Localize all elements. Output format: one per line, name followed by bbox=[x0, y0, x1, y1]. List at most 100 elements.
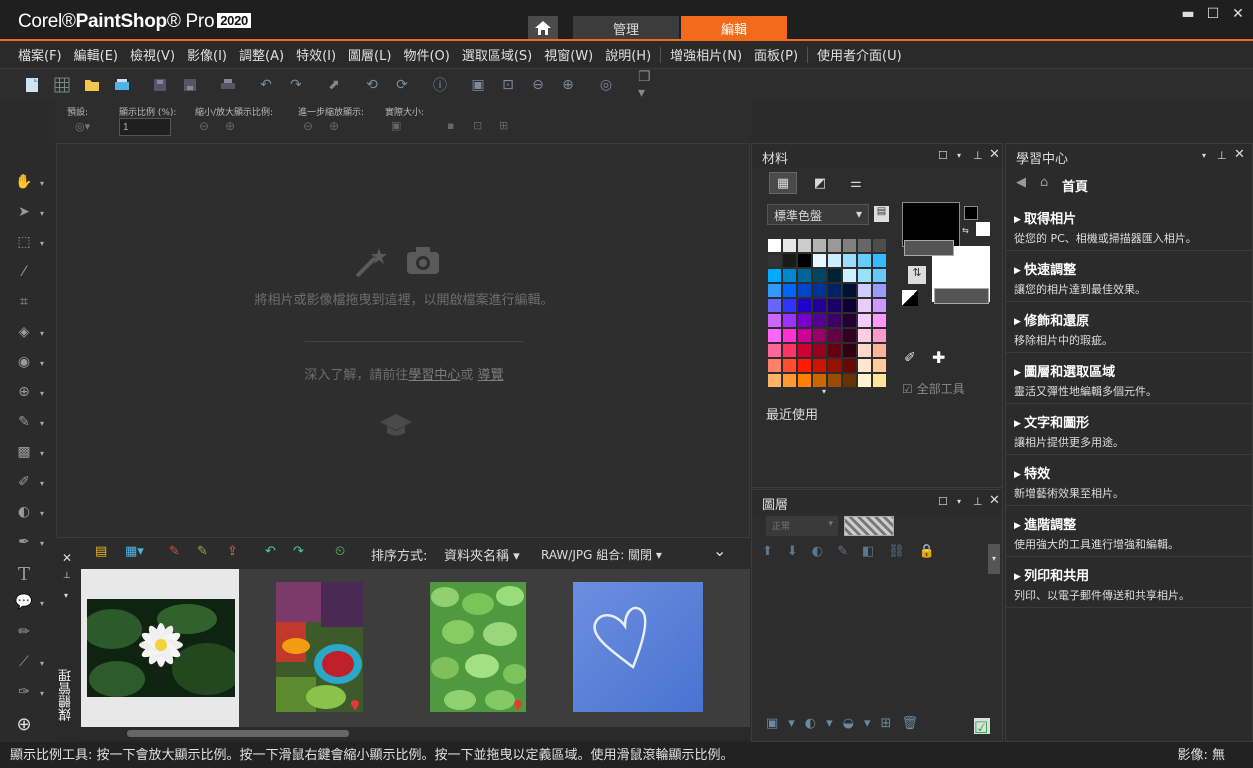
panel-close-icon[interactable]: ✕ bbox=[1234, 147, 1245, 162]
brush-icon[interactable]: ✎ ▾ bbox=[14, 414, 44, 434]
color-swatch[interactable] bbox=[857, 313, 872, 328]
color-swatch[interactable] bbox=[842, 358, 857, 373]
pan-tool-icon[interactable]: ✋ ▾ bbox=[14, 174, 44, 194]
color-swatch[interactable] bbox=[857, 343, 872, 358]
minimize-button[interactable]: ▬ bbox=[1178, 6, 1198, 24]
swatches-more-icon[interactable]: ▾ bbox=[822, 387, 826, 396]
lc-text-graphics[interactable]: 文字和圖形讓相片提供更多用途。 bbox=[1006, 408, 1252, 455]
color-swatch[interactable] bbox=[842, 313, 857, 328]
color-swatch[interactable] bbox=[767, 373, 782, 388]
save-icon[interactable] bbox=[150, 75, 170, 95]
bg-style-buttons[interactable] bbox=[934, 288, 989, 304]
zoom-out-small-icon[interactable]: ⊖ bbox=[199, 119, 209, 133]
swap-colors-icon[interactable]: ⇅ bbox=[908, 266, 926, 284]
color-swatch[interactable] bbox=[827, 358, 842, 373]
fill-icon[interactable]: ▩ ▾ bbox=[14, 444, 44, 464]
scan-icon[interactable] bbox=[112, 75, 132, 95]
color-swatch[interactable] bbox=[797, 388, 812, 390]
dropper-small-icon[interactable]: ✐ bbox=[904, 350, 916, 366]
color-swatch[interactable] bbox=[872, 313, 887, 328]
scrollbar-thumb[interactable] bbox=[127, 730, 349, 737]
color-swatch[interactable] bbox=[842, 388, 857, 390]
color-swatch[interactable] bbox=[842, 253, 857, 268]
zoom-in-small-icon[interactable]: ⊕ bbox=[225, 119, 235, 133]
color-swatch[interactable] bbox=[812, 328, 827, 343]
color-swatch[interactable] bbox=[812, 343, 827, 358]
color-swatch[interactable] bbox=[857, 373, 872, 388]
color-swatch[interactable] bbox=[767, 283, 782, 298]
color-swatch[interactable] bbox=[872, 253, 887, 268]
menu-enhance-photo[interactable]: 增強相片(N) bbox=[664, 45, 748, 64]
lc-layers-selections[interactable]: 圖層和選取區域靈活又彈性地編輯多個元件。 bbox=[1006, 357, 1252, 404]
color-swatch[interactable] bbox=[827, 388, 842, 390]
color-swatch[interactable] bbox=[872, 268, 887, 283]
color-swatch[interactable] bbox=[872, 283, 887, 298]
time-capture-icon[interactable]: ⏲ bbox=[335, 544, 345, 559]
color-swatch[interactable] bbox=[842, 238, 857, 253]
frame-tab-sliders[interactable]: ⚌ bbox=[842, 172, 870, 194]
color-swatch[interactable] bbox=[782, 358, 797, 373]
actual-size-small-icon[interactable]: ▣ bbox=[391, 119, 401, 132]
rotate-right-icon[interactable]: ↷ bbox=[293, 544, 304, 559]
layer-options-arrow[interactable]: ▾ bbox=[988, 544, 1000, 574]
color-swatch[interactable] bbox=[782, 253, 797, 268]
red-eye-icon[interactable]: ◉ ▾ bbox=[14, 354, 44, 374]
panel-pin-icon[interactable]: ⊥ bbox=[973, 149, 983, 162]
color-swatch[interactable] bbox=[767, 253, 782, 268]
tab-edit[interactable]: 編輯 bbox=[681, 16, 787, 40]
option-icon-1[interactable]: ▪ bbox=[447, 119, 454, 132]
info-icon[interactable]: ⓘ bbox=[430, 75, 450, 95]
smudge-icon[interactable]: ✑ ▾ bbox=[14, 684, 44, 704]
menu-image[interactable]: 影像(I) bbox=[181, 45, 233, 64]
tool-icon-2[interactable]: ✎ bbox=[197, 544, 208, 559]
view-mode-icon[interactable]: ▦▾ bbox=[125, 544, 144, 559]
thumbnail-scrollbar[interactable] bbox=[81, 727, 750, 740]
panel-menu-icon[interactable]: ▾ bbox=[957, 497, 961, 506]
color-swatch[interactable] bbox=[812, 238, 827, 253]
color-swatch[interactable] bbox=[842, 268, 857, 283]
back-arrow-icon[interactable]: ◀ bbox=[1016, 175, 1026, 190]
actual-size-icon[interactable]: ◎ bbox=[596, 75, 616, 95]
color-swatch[interactable] bbox=[767, 238, 782, 253]
color-swatch[interactable] bbox=[782, 283, 797, 298]
frame-tab-swatches[interactable]: ▦ bbox=[769, 172, 797, 194]
color-swatch[interactable] bbox=[782, 373, 797, 388]
color-swatch[interactable] bbox=[827, 313, 842, 328]
color-swatch[interactable] bbox=[827, 283, 842, 298]
panel-restore-icon[interactable]: ☐ bbox=[938, 149, 948, 162]
fg-style-buttons[interactable] bbox=[904, 240, 954, 256]
color-swatch[interactable] bbox=[857, 253, 872, 268]
preset-dropdown[interactable]: ◎▾ bbox=[75, 120, 90, 133]
color-swatch[interactable] bbox=[842, 328, 857, 343]
zoom-in-icon[interactable]: ⊕ bbox=[558, 75, 578, 95]
save-as-icon[interactable] bbox=[180, 75, 200, 95]
fg-mini-swatch[interactable] bbox=[964, 206, 978, 220]
maximize-button[interactable]: ☐ bbox=[1203, 6, 1223, 24]
color-swatch[interactable] bbox=[812, 268, 827, 283]
thumbnail[interactable] bbox=[399, 569, 557, 727]
menu-selections[interactable]: 選取區域(S) bbox=[456, 45, 538, 64]
tour-link[interactable]: 導覽 bbox=[478, 368, 504, 383]
color-swatch[interactable] bbox=[827, 253, 842, 268]
color-swatch[interactable] bbox=[797, 238, 812, 253]
color-swatch[interactable] bbox=[797, 268, 812, 283]
close-button[interactable]: ✕ bbox=[1228, 6, 1248, 24]
learning-center-link[interactable]: 學習中心 bbox=[408, 368, 460, 383]
color-swatch[interactable] bbox=[842, 298, 857, 313]
zoom-more-out-icon[interactable]: ⊖ bbox=[303, 119, 313, 133]
color-swatch[interactable] bbox=[797, 373, 812, 388]
grid-icon[interactable] bbox=[52, 75, 72, 95]
thumbnail[interactable] bbox=[240, 569, 398, 727]
color-swatch[interactable] bbox=[812, 373, 827, 388]
airbrush-icon[interactable]: ✒ ▾ bbox=[14, 534, 44, 554]
color-swatch[interactable] bbox=[767, 298, 782, 313]
menu-edit[interactable]: 編輯(E) bbox=[68, 45, 124, 64]
open-folder-icon[interactable] bbox=[82, 75, 102, 95]
color-swatch[interactable] bbox=[797, 298, 812, 313]
color-swatch[interactable] bbox=[857, 268, 872, 283]
add-swatch-icon[interactable]: ✚ bbox=[932, 348, 945, 367]
opacity-slider[interactable] bbox=[844, 516, 894, 536]
color-swatches[interactable] bbox=[767, 238, 887, 390]
selection-icon[interactable]: ⬚ ▾ bbox=[14, 234, 44, 254]
tool-icon-1[interactable]: ✎ bbox=[169, 544, 180, 559]
